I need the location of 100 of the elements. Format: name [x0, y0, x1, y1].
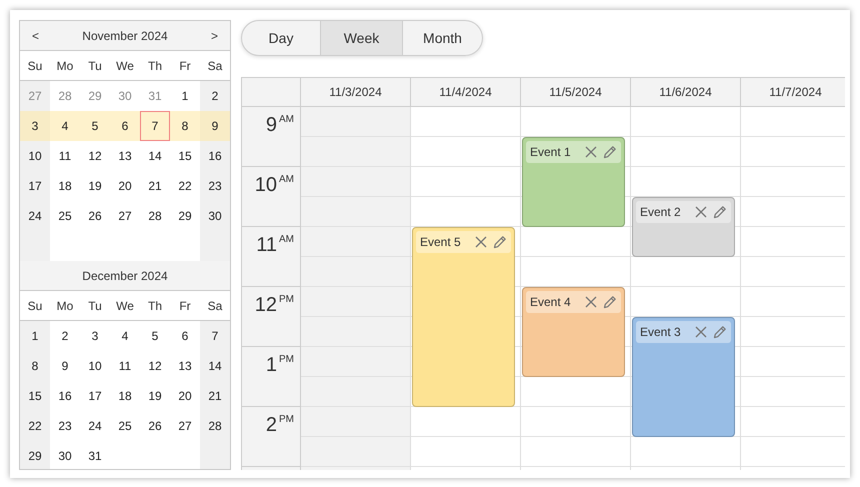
- week-row[interactable]: 10 11 12 13 14 15 16: [20, 141, 230, 171]
- calendar-day[interactable]: 27: [170, 411, 200, 441]
- calendar-day[interactable]: 16: [200, 141, 230, 171]
- calendar-day[interactable]: 30: [110, 81, 140, 111]
- calendar-day[interactable]: 23: [200, 171, 230, 201]
- calendar-day[interactable]: 9: [200, 111, 230, 141]
- calendar-day[interactable]: 8: [170, 111, 200, 141]
- calendar-day[interactable]: 17: [20, 171, 50, 201]
- week-row[interactable]: 29 30 31: [20, 441, 230, 469]
- calendar-day[interactable]: 19: [140, 381, 170, 411]
- calendar-day[interactable]: 2: [50, 321, 80, 351]
- calendar-day[interactable]: 10: [80, 351, 110, 381]
- pencil-icon[interactable]: [713, 205, 727, 219]
- calendar-day[interactable]: 28: [200, 411, 230, 441]
- event-block[interactable]: Event 2: [632, 197, 735, 257]
- calendar-day[interactable]: 17: [80, 381, 110, 411]
- calendar-day[interactable]: 20: [170, 381, 200, 411]
- close-icon[interactable]: [585, 296, 597, 308]
- calendar-day[interactable]: 25: [50, 201, 80, 231]
- close-icon[interactable]: [585, 146, 597, 158]
- calendar-day[interactable]: 12: [80, 141, 110, 171]
- calendar-day[interactable]: 14: [200, 351, 230, 381]
- calendar-day[interactable]: 29: [20, 441, 50, 469]
- calendar-day[interactable]: 14: [140, 141, 170, 171]
- calendar-day[interactable]: 22: [170, 171, 200, 201]
- calendar-day[interactable]: 28: [50, 81, 80, 111]
- calendar-day[interactable]: 24: [20, 201, 50, 231]
- week-row[interactable]: 22 23 24 25 26 27 28: [20, 411, 230, 441]
- calendar-day[interactable]: 26: [140, 411, 170, 441]
- calendar-day[interactable]: 31: [80, 441, 110, 469]
- calendar-day[interactable]: 13: [110, 141, 140, 171]
- calendar-day[interactable]: 29: [80, 81, 110, 111]
- next-month-button[interactable]: >: [206, 28, 222, 42]
- calendar-day[interactable]: 31: [140, 81, 170, 111]
- close-icon[interactable]: [695, 206, 707, 218]
- calendar-day[interactable]: 15: [20, 381, 50, 411]
- pencil-icon[interactable]: [603, 295, 617, 309]
- calendar-day[interactable]: 1: [20, 321, 50, 351]
- calendar-day[interactable]: 11: [50, 141, 80, 171]
- close-icon[interactable]: [475, 236, 487, 248]
- week-row[interactable]: 3 4 5 6 7 8 9: [20, 111, 230, 141]
- calendar-day[interactable]: 10: [20, 141, 50, 171]
- calendar-day[interactable]: 8: [20, 351, 50, 381]
- pencil-icon[interactable]: [603, 145, 617, 159]
- calendar-day[interactable]: 22: [20, 411, 50, 441]
- calendar-day[interactable]: 26: [80, 201, 110, 231]
- calendar-day[interactable]: 5: [80, 111, 110, 141]
- week-row[interactable]: 8 9 10 11 12 13 14: [20, 351, 230, 381]
- calendar-day[interactable]: 3: [80, 321, 110, 351]
- week-row[interactable]: 1 2 3 4 5 6 7: [20, 321, 230, 351]
- calendar-day[interactable]: 6: [110, 111, 140, 141]
- calendar-day[interactable]: 18: [50, 171, 80, 201]
- calendar-day[interactable]: 20: [110, 171, 140, 201]
- previous-month-button[interactable]: <: [28, 28, 44, 42]
- calendar-day[interactable]: 6: [170, 321, 200, 351]
- week-row[interactable]: 24 25 26 27 28 29 30: [20, 201, 230, 231]
- calendar-day[interactable]: 19: [80, 171, 110, 201]
- event-block[interactable]: Event 4: [522, 287, 625, 377]
- calendar-day[interactable]: 18: [110, 381, 140, 411]
- calendar-day[interactable]: 28: [140, 201, 170, 231]
- weekday-label: We: [115, 58, 135, 72]
- pencil-icon[interactable]: [713, 325, 727, 339]
- calendar-day[interactable]: 30: [50, 441, 80, 469]
- calendar-day[interactable]: 3: [20, 111, 50, 141]
- calendar-day[interactable]: 29: [170, 201, 200, 231]
- day-header: 11/5/2024: [521, 78, 631, 107]
- close-icon[interactable]: [695, 326, 707, 338]
- calendar-day[interactable]: 21: [200, 381, 230, 411]
- event-block[interactable]: Event 1: [522, 137, 625, 227]
- calendar-day[interactable]: 2: [200, 81, 230, 111]
- calendar-day[interactable]: 30: [200, 201, 230, 231]
- view-tab[interactable]: Day: [241, 20, 321, 56]
- calendar-day[interactable]: 4: [110, 321, 140, 351]
- view-tab[interactable]: Month: [403, 20, 483, 56]
- calendar-day[interactable]: 15: [170, 141, 200, 171]
- calendar-day[interactable]: 9: [50, 351, 80, 381]
- pencil-icon[interactable]: [493, 235, 507, 249]
- calendar-day[interactable]: 25: [110, 411, 140, 441]
- calendar-day[interactable]: 4: [50, 111, 80, 141]
- calendar-day[interactable]: 1: [170, 81, 200, 111]
- calendar-day[interactable]: 7: [200, 321, 230, 351]
- calendar-day[interactable]: 7: [140, 111, 170, 141]
- calendar-day[interactable]: 27: [110, 201, 140, 231]
- week-row[interactable]: 27 28 29 30 31 1 2: [20, 81, 230, 111]
- event-block[interactable]: Event 5: [412, 227, 515, 407]
- calendar-day[interactable]: 23: [50, 411, 80, 441]
- calendar-day[interactable]: 5: [140, 321, 170, 351]
- weekday-label: Tu: [87, 58, 103, 72]
- calendar-day[interactable]: 11: [110, 351, 140, 381]
- view-tab[interactable]: Week: [321, 20, 403, 56]
- calendar-day[interactable]: 24: [80, 411, 110, 441]
- week-row[interactable]: 15 16 17 18 19 20 21: [20, 381, 230, 411]
- calendar-day[interactable]: 13: [170, 351, 200, 381]
- calendar-day[interactable]: 16: [50, 381, 80, 411]
- calendar-day[interactable]: 21: [140, 171, 170, 201]
- calendar-day[interactable]: 12: [140, 351, 170, 381]
- hour-period: AM: [279, 173, 294, 187]
- hour-number: 11: [256, 233, 277, 257]
- week-row[interactable]: 17 18 19 20 21 22 23: [20, 171, 230, 201]
- event-block[interactable]: Event 3: [632, 317, 735, 437]
